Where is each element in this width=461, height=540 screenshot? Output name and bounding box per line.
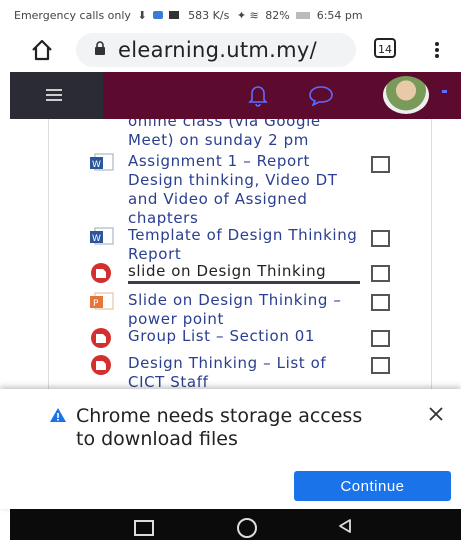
completion-checkbox[interactable] <box>371 294 390 311</box>
storage-permission-banner: Chrome needs storage access to download … <box>0 389 461 509</box>
navbar-right <box>103 72 461 119</box>
completion-checkbox[interactable] <box>371 357 390 374</box>
activity-link[interactable]: Group List – Section 01 <box>128 327 358 346</box>
activity-link[interactable]: slide on Design Thinking <box>128 262 360 284</box>
activity-link[interactable]: Assignment 1 – Report Design thinking, V… <box>128 152 358 228</box>
word-doc-icon: W <box>89 152 115 174</box>
site-navbar <box>10 72 461 119</box>
completion-checkbox[interactable] <box>371 330 390 347</box>
completion-checkbox[interactable] <box>371 156 390 173</box>
more-menu-icon[interactable] <box>432 35 442 65</box>
continue-button[interactable]: Continue <box>294 471 451 501</box>
powerpoint-icon: P <box>89 291 115 313</box>
chevron-down-icon[interactable] <box>442 90 447 93</box>
app-icon <box>153 10 164 19</box>
status-bar: Emergency calls only ⬇ 583 K/s ✦ ≋ 82% 6… <box>0 0 461 30</box>
pdf-icon <box>89 262 115 284</box>
system-nav-bar <box>10 509 461 540</box>
warning-icon <box>49 407 67 427</box>
avatar[interactable] <box>383 76 429 114</box>
course-content: online class (via Google Meet) on sunday… <box>0 119 461 389</box>
svg-text:P: P <box>93 299 99 309</box>
svg-text:W: W <box>92 160 101 170</box>
pdf-icon <box>89 354 115 376</box>
pdf-icon <box>89 327 115 349</box>
nav-drawer-toggle[interactable] <box>10 72 103 119</box>
lock-icon <box>94 40 106 60</box>
recents-icon[interactable] <box>134 520 154 536</box>
battery-icon <box>296 11 311 19</box>
app-icon <box>168 10 179 19</box>
completion-checkbox[interactable] <box>371 265 390 282</box>
word-doc-icon: W <box>89 226 115 248</box>
course-section: online class (via Google Meet) on sunday… <box>48 119 432 389</box>
signal-icon: ✦ ≋ <box>236 8 259 22</box>
activity-link[interactable]: Design Thinking – List of CICT Staff <box>128 354 358 389</box>
network-speed: 583 K/s <box>188 8 230 22</box>
completion-checkbox[interactable] <box>371 230 390 247</box>
network-status: Emergency calls only <box>14 8 131 22</box>
url-text[interactable]: elearning.utm.my/ <box>118 38 343 62</box>
clock: 6:54 pm <box>316 8 363 22</box>
banner-message: Chrome needs storage access to download … <box>76 405 363 450</box>
address-bar[interactable]: elearning.utm.my/ <box>76 33 356 67</box>
home-icon[interactable] <box>28 36 56 64</box>
svg-text:W: W <box>92 234 101 244</box>
activity-link[interactable]: online class (via Google Meet) on sunday… <box>128 119 358 150</box>
hamburger-icon <box>46 89 62 101</box>
activity-link[interactable]: Slide on Design Thinking – power point <box>128 291 368 329</box>
bell-icon[interactable] <box>247 83 269 111</box>
download-icon: ⬇ <box>137 8 147 22</box>
messages-icon[interactable] <box>308 84 334 110</box>
back-icon[interactable] <box>337 518 353 538</box>
battery-level: 82% <box>265 8 290 22</box>
activity-link[interactable]: Template of Design Thinking Report <box>128 226 358 264</box>
close-icon[interactable] <box>427 405 445 423</box>
browser-toolbar: elearning.utm.my/ 14 <box>0 30 461 70</box>
tab-switcher-button[interactable]: 14 <box>374 38 396 58</box>
home-button-icon[interactable] <box>237 518 257 538</box>
